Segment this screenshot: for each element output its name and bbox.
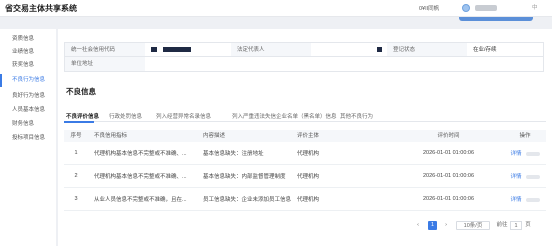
redacted-block [525,151,540,156]
indicator-cell: 代理机构基本信息不完整或不准确、... [94,151,187,157]
info-row: 统一社会信用代码 法定代表人 登记状态 在业/存续 [65,43,543,57]
tab-abnormal-list[interactable]: 列入经营异常名录信息 [156,112,211,120]
sidebar-item-finance[interactable]: 财务信息 [0,118,56,131]
detail-link[interactable]: 详情 [510,151,521,157]
main-content: 统一社会信用代码 法定代表人 登记状态 在业/存续 单位地址 不良信息 不良评价… [58,29,552,246]
sidebar-item-bad-behavior[interactable]: 不良行为信息 [0,74,56,87]
indicator-cell: 代理机构基本信息不完整或不准确、... [94,174,187,180]
legal-rep-label: 法定代表人 [231,43,311,56]
subject-cell: 代理机构 [297,151,320,157]
avatar[interactable] [462,4,470,12]
action-cell: 详情 [504,172,546,180]
sidebar-item-qualification[interactable]: 资质信息 [0,33,56,46]
reg-status-label: 登记状态 [387,43,467,56]
goto-page-input[interactable]: 1 [510,221,522,230]
table-header: 序号 不良信用指标 内容描述 评价主体 评价时间 操作 [64,130,546,142]
sidebar-item-staff[interactable]: 人员基本信息 [0,104,56,117]
column-header: 评价主体 [297,133,320,139]
tab-blacklist[interactable]: 列入严重违法失信企业名单（黑名单）信息 [232,112,337,120]
column-header: 序号 [70,133,82,139]
time-cell: 2026-01-01 01:00:06 [422,150,475,156]
row-number: 2 [74,173,78,179]
row-number: 1 [74,150,78,156]
section-title: 不良信息 [66,87,96,96]
row-number: 3 [74,196,78,202]
detail-link[interactable]: 详情 [510,174,521,180]
column-header: 内容描述 [203,133,226,139]
info-row: 单位地址 [65,57,543,71]
next-page-button[interactable]: › [442,221,450,230]
redacted-block [525,174,540,179]
app-header: 省交易主体共享系统 0¥II同帆 中 [0,0,552,17]
page-number-1[interactable]: 1 [428,221,437,230]
tab-other[interactable]: 其他不良行为 [340,112,373,120]
address-label: 单位地址 [65,57,145,71]
address-value [145,57,543,71]
detail-link[interactable]: 详情 [510,197,521,203]
subject-cell: 代理机构 [297,197,320,203]
time-cell: 2026-01-01 01:00:06 [422,196,475,202]
prev-page-button[interactable]: ‹ [414,221,422,230]
description-cell: 基本信息缺失：注册地址 [203,151,264,157]
time-cell: 2026-01-01 01:00:06 [422,173,475,179]
sidebar-item-good-behavior[interactable]: 良好行为信息 [0,90,56,103]
legal-rep-value [311,43,387,56]
tab-bar: 不良评价信息 行政处罚信息 列入经营异常名录信息 列入严重违法失信企业名单（黑名… [64,109,546,122]
sidebar-item-bidding[interactable]: 投标项目信息 [0,132,56,145]
active-tab-indicator [64,121,94,123]
app-title: 省交易主体共享系统 [5,4,77,13]
credit-code-label: 统一社会信用代码 [65,43,145,56]
description-cell: 员工信息缺失：企业未添加员工信息 [203,197,291,203]
table-row: 2 代理机构基本信息不完整或不准确、... 基本信息缺失：内部监督管理制度 代理… [64,165,546,188]
indicator-cell: 从业人员信息不完整或不准确，且在... [94,197,187,203]
action-cell: 详情 [504,195,546,203]
description-cell: 基本信息缺失：内部监督管理制度 [203,174,286,180]
redacted-block [525,197,540,202]
page-suffix-label: 页 [525,222,531,228]
lang-indicator: 中 [532,5,538,11]
sidebar: 资质信息 业绩信息 获奖信息 不良行为信息 良好行为信息 人员基本信息 财务信息… [0,29,56,246]
credit-code-value [145,43,231,56]
tab-bad-evaluation[interactable]: 不良评价信息 [66,112,99,120]
reg-status-value: 在业/存续 [473,47,497,53]
sidebar-item-performance[interactable]: 业绩信息 [0,46,56,59]
pagination: ‹ 1 › 10条/页 前往 1 页 [58,219,552,233]
bad-record-table: 序号 不良信用指标 内容描述 评价主体 评价时间 操作 1 代理机构基本信息不完… [64,130,546,211]
action-cell: 详情 [504,149,546,157]
page-size-select[interactable]: 10条/页 [456,221,490,230]
tab-admin-penalty[interactable]: 行政处罚信息 [109,112,142,120]
account-menu[interactable] [475,5,497,11]
redacted-block [162,47,191,53]
header-accent-bar [459,17,533,21]
user-name[interactable]: 0¥II同帆 [419,4,439,12]
subject-cell: 代理机构 [297,174,320,180]
column-header: 评价时间 [437,133,460,139]
column-header: 不良信用指标 [94,133,128,139]
sidebar-item-awards[interactable]: 获奖信息 [0,59,56,72]
table-row: 3 从业人员信息不完整或不准确，且在... 员工信息缺失：企业未添加员工信息 代… [64,188,546,211]
redacted-block [151,47,157,53]
table-row: 1 代理机构基本信息不完整或不准确、... 基本信息缺失：注册地址 代理机构 2… [64,142,546,165]
goto-label: 前往 [496,222,508,228]
redacted-block [377,47,382,53]
company-info-table: 统一社会信用代码 法定代表人 登记状态 在业/存续 单位地址 [64,42,544,72]
column-header: 操作 [519,133,531,139]
